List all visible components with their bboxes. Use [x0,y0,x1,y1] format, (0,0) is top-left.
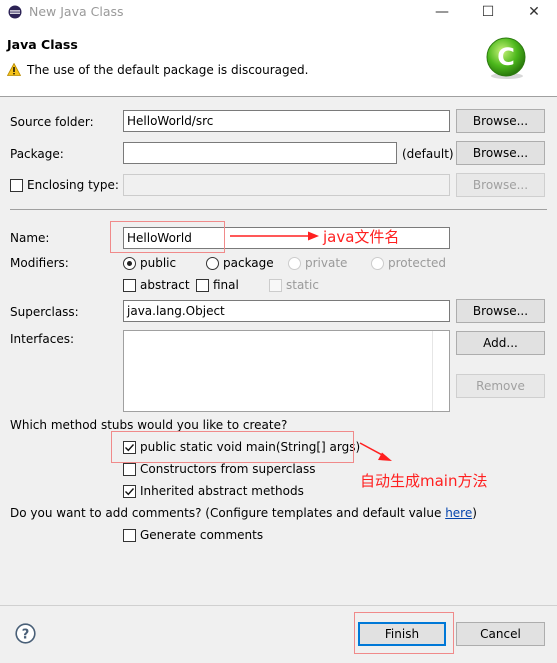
modifier-abstract-checkbox[interactable] [123,279,136,292]
enclosing-type-label: Enclosing type: [27,178,119,192]
inherited-methods-checkbox[interactable] [123,485,136,498]
warning-icon [7,63,21,76]
java-class-logo-icon: C [486,37,526,79]
comments-question-text: Do you want to add comments? (Configure … [10,506,446,520]
method-stubs-question: Which method stubs would you like to cre… [10,418,288,432]
source-folder-browse-button[interactable]: Browse... [456,109,545,133]
constructors-label: Constructors from superclass [140,462,316,476]
modifier-public-label: public [140,256,177,270]
modifier-final-label: final [213,278,239,292]
checkmark-icon [125,488,135,496]
modifier-protected-radio [371,257,384,270]
close-button[interactable]: ✕ [512,0,556,25]
main-annotation-arrow [359,442,392,461]
window-title: New Java Class [29,4,124,19]
modifier-public-radio[interactable] [123,257,136,270]
maximize-button[interactable]: ☐ [466,0,510,25]
remove-interface-button: Remove [456,374,545,398]
interfaces-scrollbar[interactable] [432,331,449,411]
wizard-title: Java Class [7,37,78,52]
enclosing-type-field [123,174,450,196]
modifier-package-label: package [223,256,274,270]
modifier-private-label: private [305,256,348,270]
inherited-methods-label: Inherited abstract methods [140,484,304,498]
source-folder-field[interactable]: HelloWorld/src [123,110,450,132]
modifier-abstract-label: abstract [140,278,190,292]
modifier-static-checkbox [269,279,282,292]
source-folder-label: Source folder: [10,115,94,129]
configure-templates-link[interactable]: here [445,506,472,520]
comments-question: Do you want to add comments? (Configure … [10,506,477,520]
interfaces-label: Interfaces: [10,332,75,346]
svg-text:C: C [497,43,515,71]
modifier-private-radio [288,257,301,270]
package-field[interactable] [123,142,397,164]
eclipse-app-icon [8,5,22,19]
svg-text:?: ? [22,628,30,643]
wizard-header: Java Class The use of the default packag… [0,25,557,97]
superclass-label: Superclass: [10,305,79,319]
package-default-hint: (default) [402,147,454,161]
title-bar: New Java Class — ☐ ✕ [0,0,557,25]
cancel-button[interactable]: Cancel [456,622,545,646]
constructors-checkbox[interactable] [123,463,136,476]
main-annotation-note: 自动生成main方法 [360,472,488,490]
superclass-browse-button[interactable]: Browse... [456,299,545,323]
enclosing-type-checkbox[interactable] [10,179,23,192]
finish-button[interactable]: Finish [358,622,446,646]
package-label: Package: [10,147,64,161]
superclass-field[interactable]: java.lang.Object [123,300,450,322]
add-interface-button[interactable]: Add... [456,331,545,355]
enclosing-type-browse-button: Browse... [456,173,545,197]
name-annotation-note: java文件名 [323,228,400,246]
help-icon[interactable]: ? [15,623,36,644]
modifier-static-label: static [286,278,319,292]
name-highlight-box [110,221,225,253]
package-browse-button[interactable]: Browse... [456,141,545,165]
warning-message: The use of the default package is discou… [27,63,309,77]
main-highlight-box [111,431,354,463]
comments-question-end: ) [472,506,477,520]
generate-comments-checkbox[interactable] [123,529,136,542]
modifier-protected-label: protected [388,256,447,270]
modifiers-label: Modifiers: [10,256,69,270]
separator [10,209,547,210]
interfaces-list[interactable] [123,330,450,412]
minimize-button[interactable]: — [420,0,464,25]
modifier-final-checkbox[interactable] [196,279,209,292]
name-label: Name: [10,231,50,245]
modifier-package-radio[interactable] [206,257,219,270]
name-annotation-arrow [230,231,319,241]
footer-separator [0,605,557,606]
generate-comments-label: Generate comments [140,528,264,542]
